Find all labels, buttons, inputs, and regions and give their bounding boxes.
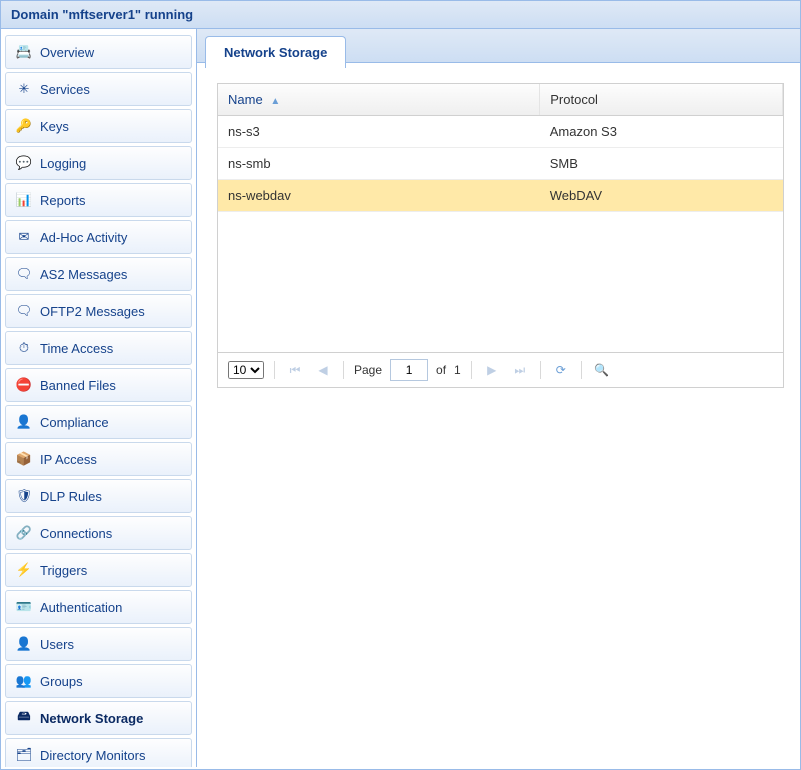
refresh-button[interactable]: ⟳	[551, 360, 571, 380]
separator	[540, 361, 541, 379]
first-page-button[interactable]: ⏮	[285, 360, 305, 380]
separator	[274, 361, 275, 379]
sidebar-item-label: Groups	[40, 674, 83, 689]
page-input[interactable]	[390, 359, 428, 381]
sidebar-item-connections[interactable]: 🔗 Connections	[5, 516, 192, 550]
sidebar-item-network-storage[interactable]: 🖴 Network Storage	[5, 701, 192, 735]
sort-asc-icon: ▲	[270, 96, 280, 107]
reports-icon: 📊	[16, 192, 32, 208]
tab-network-storage[interactable]: Network Storage	[205, 36, 346, 68]
authentication-icon: 🪪	[16, 599, 32, 615]
sidebar-item-as2-messages[interactable]: 🗨 AS2 Messages	[5, 257, 192, 291]
separator	[581, 361, 582, 379]
sidebar-item-label: Connections	[40, 526, 112, 541]
separator	[471, 361, 472, 379]
sidebar-item-label: Overview	[40, 45, 94, 60]
banned-files-icon: ⛔	[16, 377, 32, 393]
sidebar-item-oftp2-messages[interactable]: 🗨 OFTP2 Messages	[5, 294, 192, 328]
sidebar-item-services[interactable]: ✳ Services	[5, 72, 192, 106]
prev-page-button[interactable]: ◀	[313, 360, 333, 380]
sidebar-item-label: Reports	[40, 193, 86, 208]
cell-protocol: WebDAV	[540, 180, 783, 212]
sidebar-item-label: DLP Rules	[40, 489, 102, 504]
groups-icon: 👥	[16, 673, 32, 689]
directory-monitors-icon: 🗂	[16, 747, 32, 763]
cell-protocol: Amazon S3	[540, 116, 783, 148]
sidebar-item-label: Ad-Hoc Activity	[40, 230, 127, 245]
sidebar-item-label: Triggers	[40, 563, 87, 578]
sidebar-item-time-access[interactable]: ⏱ Time Access	[5, 331, 192, 365]
compliance-icon: 👤	[16, 414, 32, 430]
sidebar-item-label: Compliance	[40, 415, 109, 430]
sidebar-item-groups[interactable]: 👥 Groups	[5, 664, 192, 698]
table-container: Name ▲ Protocol ns-s3Amazon S3ns-smbSMBn…	[217, 83, 784, 388]
oftp2-messages-icon: 🗨	[16, 303, 32, 319]
sidebar-item-label: OFTP2 Messages	[40, 304, 145, 319]
keys-icon: 🔑	[16, 118, 32, 134]
window-title: Domain "mftserver1" running	[1, 1, 800, 29]
connections-icon: 🔗	[16, 525, 32, 541]
cell-protocol: SMB	[540, 148, 783, 180]
sidebar-item-users[interactable]: 👤 Users	[5, 627, 192, 661]
column-header-name-label: Name	[228, 92, 263, 107]
sidebar-item-banned-files[interactable]: ⛔ Banned Files	[5, 368, 192, 402]
sidebar-item-overview[interactable]: 📇 Overview	[5, 35, 192, 69]
sidebar-item-label: Logging	[40, 156, 86, 171]
sidebar-item-label: Network Storage	[40, 711, 143, 726]
sidebar-item-directory-monitors[interactable]: 🗂 Directory Monitors	[5, 738, 192, 767]
sidebar-item-label: Users	[40, 637, 74, 652]
pager: 10 ⏮ ◀ Page of 1 ▶ ⏭ ⟳	[218, 352, 783, 387]
cell-name: ns-smb	[218, 148, 540, 180]
table-row[interactable]: ns-s3Amazon S3	[218, 116, 783, 148]
grid-empty-space	[218, 212, 783, 352]
sidebar-item-triggers[interactable]: ⚡ Triggers	[5, 553, 192, 587]
sidebar-item-label: Authentication	[40, 600, 122, 615]
triggers-icon: ⚡	[16, 562, 32, 578]
sidebar: 📇 Overview ✳ Services 🔑 Keys 💬 Logging 📊 Reports ✉…	[1, 29, 197, 767]
table-row[interactable]: ns-webdavWebDAV	[218, 180, 783, 212]
users-icon: 👤	[16, 636, 32, 652]
overview-icon: 📇	[16, 44, 32, 60]
separator	[343, 361, 344, 379]
sidebar-item-logging[interactable]: 💬 Logging	[5, 146, 192, 180]
ip-access-icon: 📦	[16, 451, 32, 467]
of-label: of	[436, 363, 446, 377]
sidebar-item-label: AS2 Messages	[40, 267, 127, 282]
page-size-select[interactable]: 10	[228, 361, 264, 379]
dlp-rules-icon: 🛡	[16, 488, 32, 504]
cell-name: ns-webdav	[218, 180, 540, 212]
sidebar-item-label: Banned Files	[40, 378, 116, 393]
page-label: Page	[354, 363, 382, 377]
column-header-name[interactable]: Name ▲	[218, 84, 540, 116]
sidebar-item-label: Keys	[40, 119, 69, 134]
network-storage-icon: 🖴	[16, 710, 32, 726]
sidebar-item-compliance[interactable]: 👤 Compliance	[5, 405, 192, 439]
tab-strip: Network Storage	[197, 29, 800, 63]
time-access-icon: ⏱	[16, 340, 32, 356]
search-button[interactable]: 🔍	[592, 360, 612, 380]
sidebar-item-dlp-rules[interactable]: 🛡 DLP Rules	[5, 479, 192, 513]
sidebar-item-label: Services	[40, 82, 90, 97]
sidebar-item-keys[interactable]: 🔑 Keys	[5, 109, 192, 143]
as2-messages-icon: 🗨	[16, 266, 32, 282]
sidebar-item-label: Directory Monitors	[40, 748, 145, 763]
column-header-protocol[interactable]: Protocol	[540, 84, 783, 116]
sidebar-item-label: Time Access	[40, 341, 113, 356]
sidebar-item-ip-access[interactable]: 📦 IP Access	[5, 442, 192, 476]
logging-icon: 💬	[16, 155, 32, 171]
sidebar-item-reports[interactable]: 📊 Reports	[5, 183, 192, 217]
table-row[interactable]: ns-smbSMB	[218, 148, 783, 180]
sidebar-item-label: IP Access	[40, 452, 97, 467]
sidebar-item-authentication[interactable]: 🪪 Authentication	[5, 590, 192, 624]
last-page-button[interactable]: ⏭	[510, 360, 530, 380]
ad-hoc-activity-icon: ✉	[16, 229, 32, 245]
cell-name: ns-s3	[218, 116, 540, 148]
page-total: 1	[454, 363, 461, 377]
network-storage-table: Name ▲ Protocol ns-s3Amazon S3ns-smbSMBn…	[218, 84, 783, 212]
next-page-button[interactable]: ▶	[482, 360, 502, 380]
services-icon: ✳	[16, 81, 32, 97]
sidebar-item-ad-hoc-activity[interactable]: ✉ Ad-Hoc Activity	[5, 220, 192, 254]
